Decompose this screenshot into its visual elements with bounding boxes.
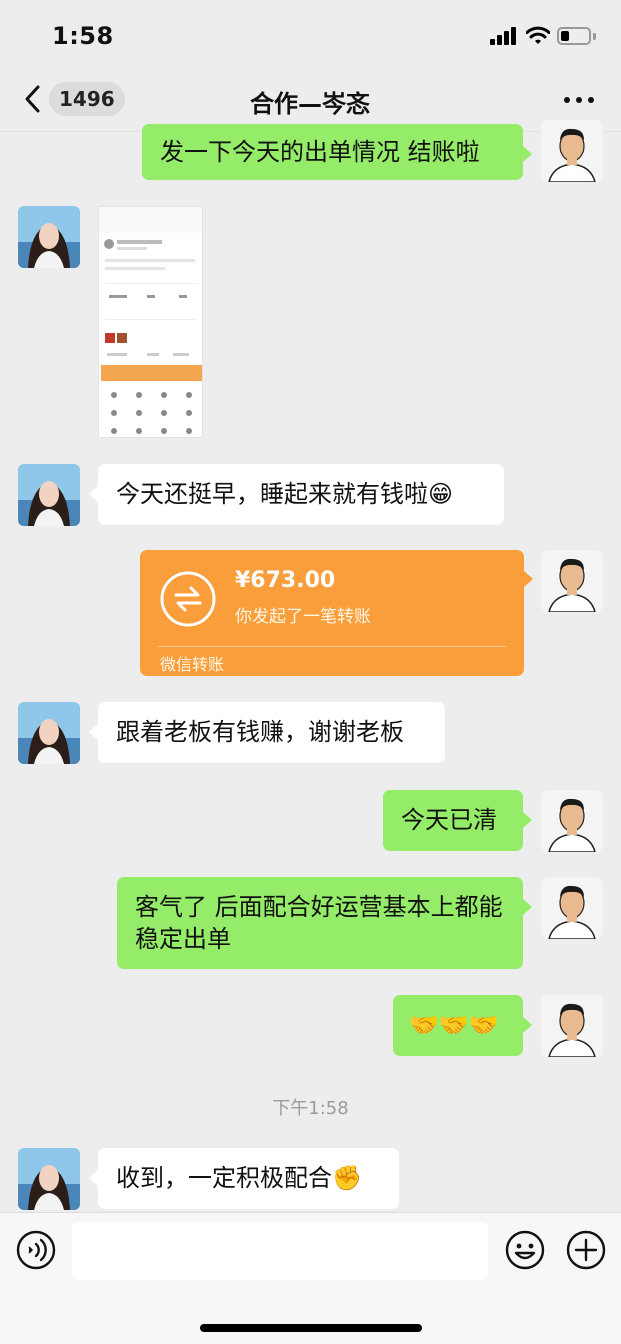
avatar-self[interactable] xyxy=(541,877,603,939)
bubble-tail xyxy=(523,812,532,828)
message-timestamp: 下午1:58 xyxy=(272,1098,349,1119)
avatar-self[interactable] xyxy=(541,550,603,612)
bubble-tail xyxy=(523,146,532,162)
avatar-other[interactable] xyxy=(18,464,80,526)
home-indicator xyxy=(200,1324,422,1332)
divider xyxy=(158,646,506,647)
avatar-other[interactable] xyxy=(18,1148,80,1210)
bubble-tail xyxy=(89,1170,98,1186)
emoji-icon[interactable] xyxy=(505,1230,545,1270)
message-bubble-self[interactable]: 发一下今天的出单情况 结账啦 xyxy=(142,124,523,180)
unread-badge[interactable]: 1496 xyxy=(49,82,125,116)
shared-screenshot-image[interactable] xyxy=(98,206,203,438)
battery-icon xyxy=(557,27,591,45)
transfer-amount: ¥673.00 xyxy=(235,568,336,593)
chevron-left-icon[interactable] xyxy=(22,84,44,114)
transfer-icon xyxy=(160,571,216,627)
avatar-self[interactable] xyxy=(541,790,603,852)
transfer-description: 你发起了一笔转账 xyxy=(235,607,371,627)
avatar-self[interactable] xyxy=(541,995,603,1057)
status-time: 1:58 xyxy=(52,22,114,50)
bubble-tail xyxy=(89,486,98,502)
more-icon[interactable] xyxy=(562,97,596,103)
message-input[interactable] xyxy=(72,1222,488,1280)
message-bubble-other[interactable]: 收到，一定积极配合✊ xyxy=(98,1148,399,1209)
bubble-tail xyxy=(89,724,98,740)
wifi-icon xyxy=(526,26,550,44)
message-bubble-self[interactable]: 今天已清 xyxy=(383,790,523,851)
chat-title: 合作—岑忞 xyxy=(250,90,370,118)
message-bubble-self[interactable]: 客气了 后面配合好运营基本上都能稳定出单 xyxy=(117,877,523,969)
avatar-other[interactable] xyxy=(18,206,80,268)
bubble-tail xyxy=(523,1017,532,1033)
message-bubble-self[interactable]: 🤝🤝🤝 xyxy=(393,995,523,1056)
signal-icon xyxy=(490,27,518,45)
bubble-tail xyxy=(523,899,532,915)
avatar-self[interactable] xyxy=(541,120,603,182)
message-bubble-other[interactable]: 跟着老板有钱赚，谢谢老板 xyxy=(98,702,445,763)
bubble-tail xyxy=(524,571,533,587)
plus-icon[interactable] xyxy=(566,1230,606,1270)
transfer-brand-label: 微信转账 xyxy=(160,655,225,674)
voice-icon[interactable] xyxy=(16,1230,56,1270)
avatar-other[interactable] xyxy=(18,702,80,764)
message-bubble-other[interactable]: 今天还挺早，睡起来就有钱啦😁 xyxy=(98,464,504,525)
battery-tip xyxy=(593,33,596,40)
